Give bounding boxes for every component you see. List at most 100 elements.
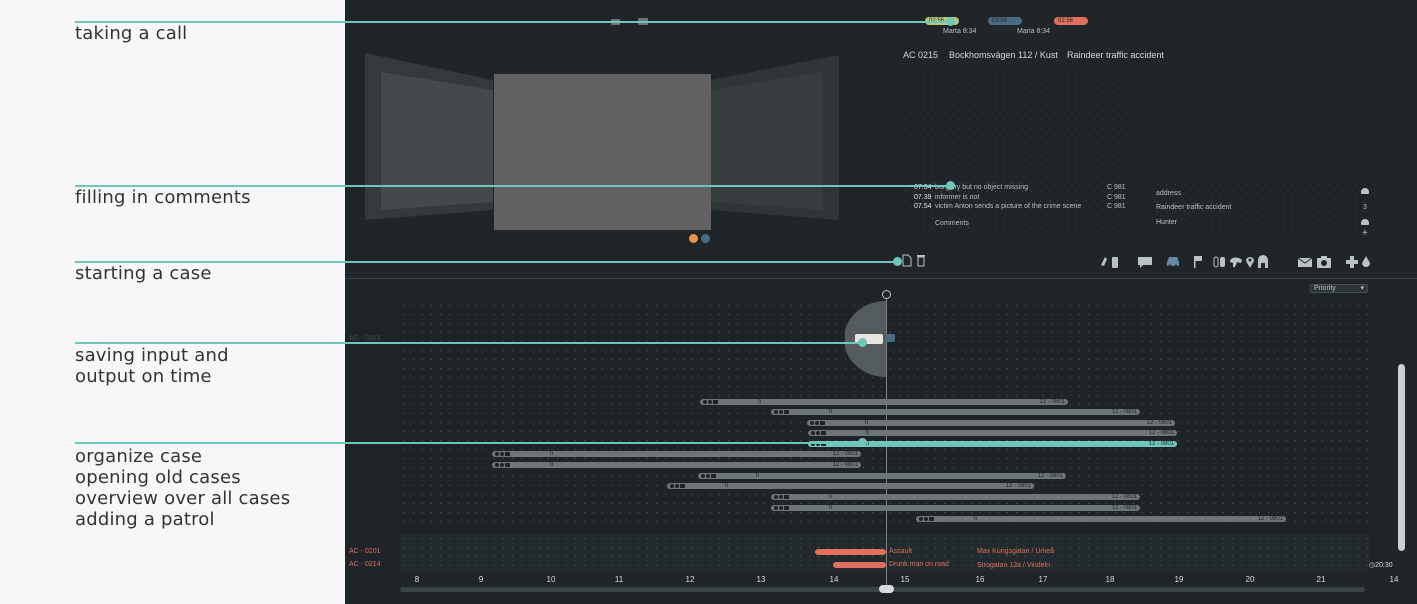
dog-icon[interactable] — [1361, 188, 1369, 194]
sort-select-value: Priority — [1314, 285, 1336, 292]
ticket-time: 03:56 — [992, 18, 1008, 24]
patrol-bar[interactable]: ti 12 - 0801 — [700, 399, 1068, 405]
hour-tick: 9 — [478, 575, 484, 584]
building-icon[interactable] — [1257, 255, 1269, 269]
open-case-bar[interactable] — [833, 562, 886, 568]
attachment-icon[interactable] — [1213, 255, 1227, 269]
patrol-code: 12 - 0801 — [1146, 420, 1172, 426]
patrol-mark: ti — [865, 420, 868, 426]
carousel-card-current[interactable] — [494, 74, 711, 230]
patrol-units-icon — [774, 410, 789, 414]
patrol-bar[interactable]: ti 12 - 0801 — [667, 483, 1034, 489]
carousel-card[interactable] — [711, 55, 839, 220]
patrol-mark: ti — [758, 399, 761, 405]
sort-select[interactable]: Priority ▾ — [1310, 284, 1368, 293]
patrol-bar[interactable]: ti 12 - 0801 — [771, 494, 1140, 500]
hour-tick: 11 — [614, 575, 624, 584]
open-case-address: Strogatan 12a / Vindeln — [977, 562, 1051, 569]
flag-icon[interactable] — [1193, 255, 1203, 269]
patrol-units-icon — [670, 484, 685, 488]
call-ticket[interactable]: 03:56 — [988, 17, 1022, 25]
document-icon[interactable] — [902, 254, 912, 267]
patrol-mark: ti — [756, 473, 759, 479]
open-case-id[interactable]: AC - 0201 — [349, 548, 381, 555]
blood-icon[interactable] — [1361, 255, 1371, 269]
patrol-code: 12 - 0801 — [1148, 441, 1174, 447]
hour-tick: 12 — [685, 575, 695, 584]
patrol-bar[interactable]: ti 12 - 0801 — [492, 451, 861, 457]
hour-tick: 15 — [900, 575, 910, 584]
car-icon[interactable] — [885, 334, 895, 342]
case-media-carousel[interactable] — [365, 50, 845, 240]
patrol-code: 12 - 0801 — [1148, 430, 1174, 436]
patrol-units-icon — [811, 431, 826, 435]
case-id: AC 0215 — [903, 50, 939, 60]
info-label: Raindeer traffic accident — [1156, 204, 1232, 211]
dog-icon[interactable] — [1229, 255, 1243, 269]
leader-dot — [858, 338, 867, 347]
patrol-code: 12 - 0801 — [832, 451, 858, 457]
log-code: C 981 — [1107, 184, 1126, 191]
dog-icon[interactable] — [1361, 219, 1369, 225]
open-case-id[interactable]: AC - 0214 — [349, 561, 381, 568]
camera-icon[interactable] — [1316, 255, 1332, 269]
chat-icon[interactable] — [1137, 255, 1153, 269]
patrol-units-icon — [919, 517, 934, 521]
mail-icon[interactable] — [1297, 255, 1313, 269]
carousel-card[interactable] — [381, 72, 493, 210]
hour-tick: 20 — [1245, 575, 1255, 584]
log-time: 07.39 — [914, 194, 932, 201]
patrol-code: 12 - 0801 — [1111, 505, 1137, 511]
annotation-filling-comments: filling in comments — [75, 187, 251, 208]
vertical-scrollbar[interactable] — [1398, 364, 1405, 551]
patrol-bar[interactable]: ti 12 - 0801 — [916, 516, 1286, 522]
medical-icon[interactable] — [1345, 255, 1359, 269]
patrol-bar[interactable]: ti 12 - 0801 — [698, 473, 1066, 479]
leader-line — [75, 185, 951, 187]
trash-icon[interactable] — [916, 254, 926, 267]
hour-tick: 13 — [756, 575, 766, 584]
info-label: address — [1156, 190, 1181, 197]
patrol-bar[interactable]: ti 12 - 0801 — [771, 505, 1140, 511]
call-ticket[interactable]: 02:56 — [1054, 17, 1088, 25]
now-handle[interactable] — [882, 290, 891, 299]
ticket-caller: Marta 8:34 — [943, 28, 977, 35]
patrol-code: 12 - 0801 — [1111, 409, 1137, 415]
patrol-bar[interactable]: ti 12 - 0801 — [807, 420, 1175, 426]
comments-field[interactable]: Comments — [935, 220, 969, 227]
annotation-taking-call: taking a call — [75, 23, 188, 44]
leader-line — [75, 342, 864, 344]
dispatch-app: 02:56 Marta 8:34 03:56 Maria 8:34 02:56 … — [345, 0, 1417, 604]
help-icon[interactable] — [689, 234, 698, 243]
horizontal-scroll-thumb[interactable] — [879, 585, 894, 593]
current-case-label: AC - 0163 — [349, 335, 381, 342]
patrol-mark: ti — [550, 462, 553, 468]
chevron-down-icon: ▾ — [1360, 285, 1364, 292]
hour-tick: 10 — [546, 575, 556, 584]
patrol-code: 12 - 0801 — [1039, 399, 1065, 405]
leader-dot — [893, 257, 902, 266]
patrol-code: 12 - 0801 — [832, 462, 858, 468]
patrol-code: 12 - 0801 — [1257, 516, 1283, 522]
add-icon[interactable]: + — [1362, 228, 1368, 239]
patrol-units-icon — [810, 421, 825, 425]
log-text: informer is not — [935, 194, 980, 201]
info-icon[interactable] — [701, 234, 710, 243]
patrol-code: 12 - 0801 — [1111, 494, 1137, 500]
hour-tick: 14 — [1389, 575, 1399, 584]
open-case-bar[interactable] — [815, 549, 886, 555]
hour-tick: 18 — [1105, 575, 1115, 584]
phone-icon[interactable] — [1100, 255, 1122, 269]
car-icon[interactable] — [1165, 255, 1181, 269]
hour-tick: 21 — [1316, 575, 1326, 584]
ticket-caller: Maria 8:34 — [1017, 28, 1051, 35]
patrol-mark: ti — [829, 505, 832, 511]
patrol-bar[interactable]: ti 12 - 0801 — [808, 430, 1177, 436]
leader-dot — [858, 438, 867, 447]
leader-line — [75, 442, 864, 444]
patrol-bar[interactable]: ti 12 - 0801 — [771, 409, 1140, 415]
open-case-address: Max Kungsgatan / Umeå — [977, 548, 1055, 555]
patrol-bar[interactable]: ti 12 - 0801 — [492, 462, 861, 468]
location-icon[interactable] — [1245, 255, 1255, 269]
info-value: 3 — [1363, 204, 1367, 211]
